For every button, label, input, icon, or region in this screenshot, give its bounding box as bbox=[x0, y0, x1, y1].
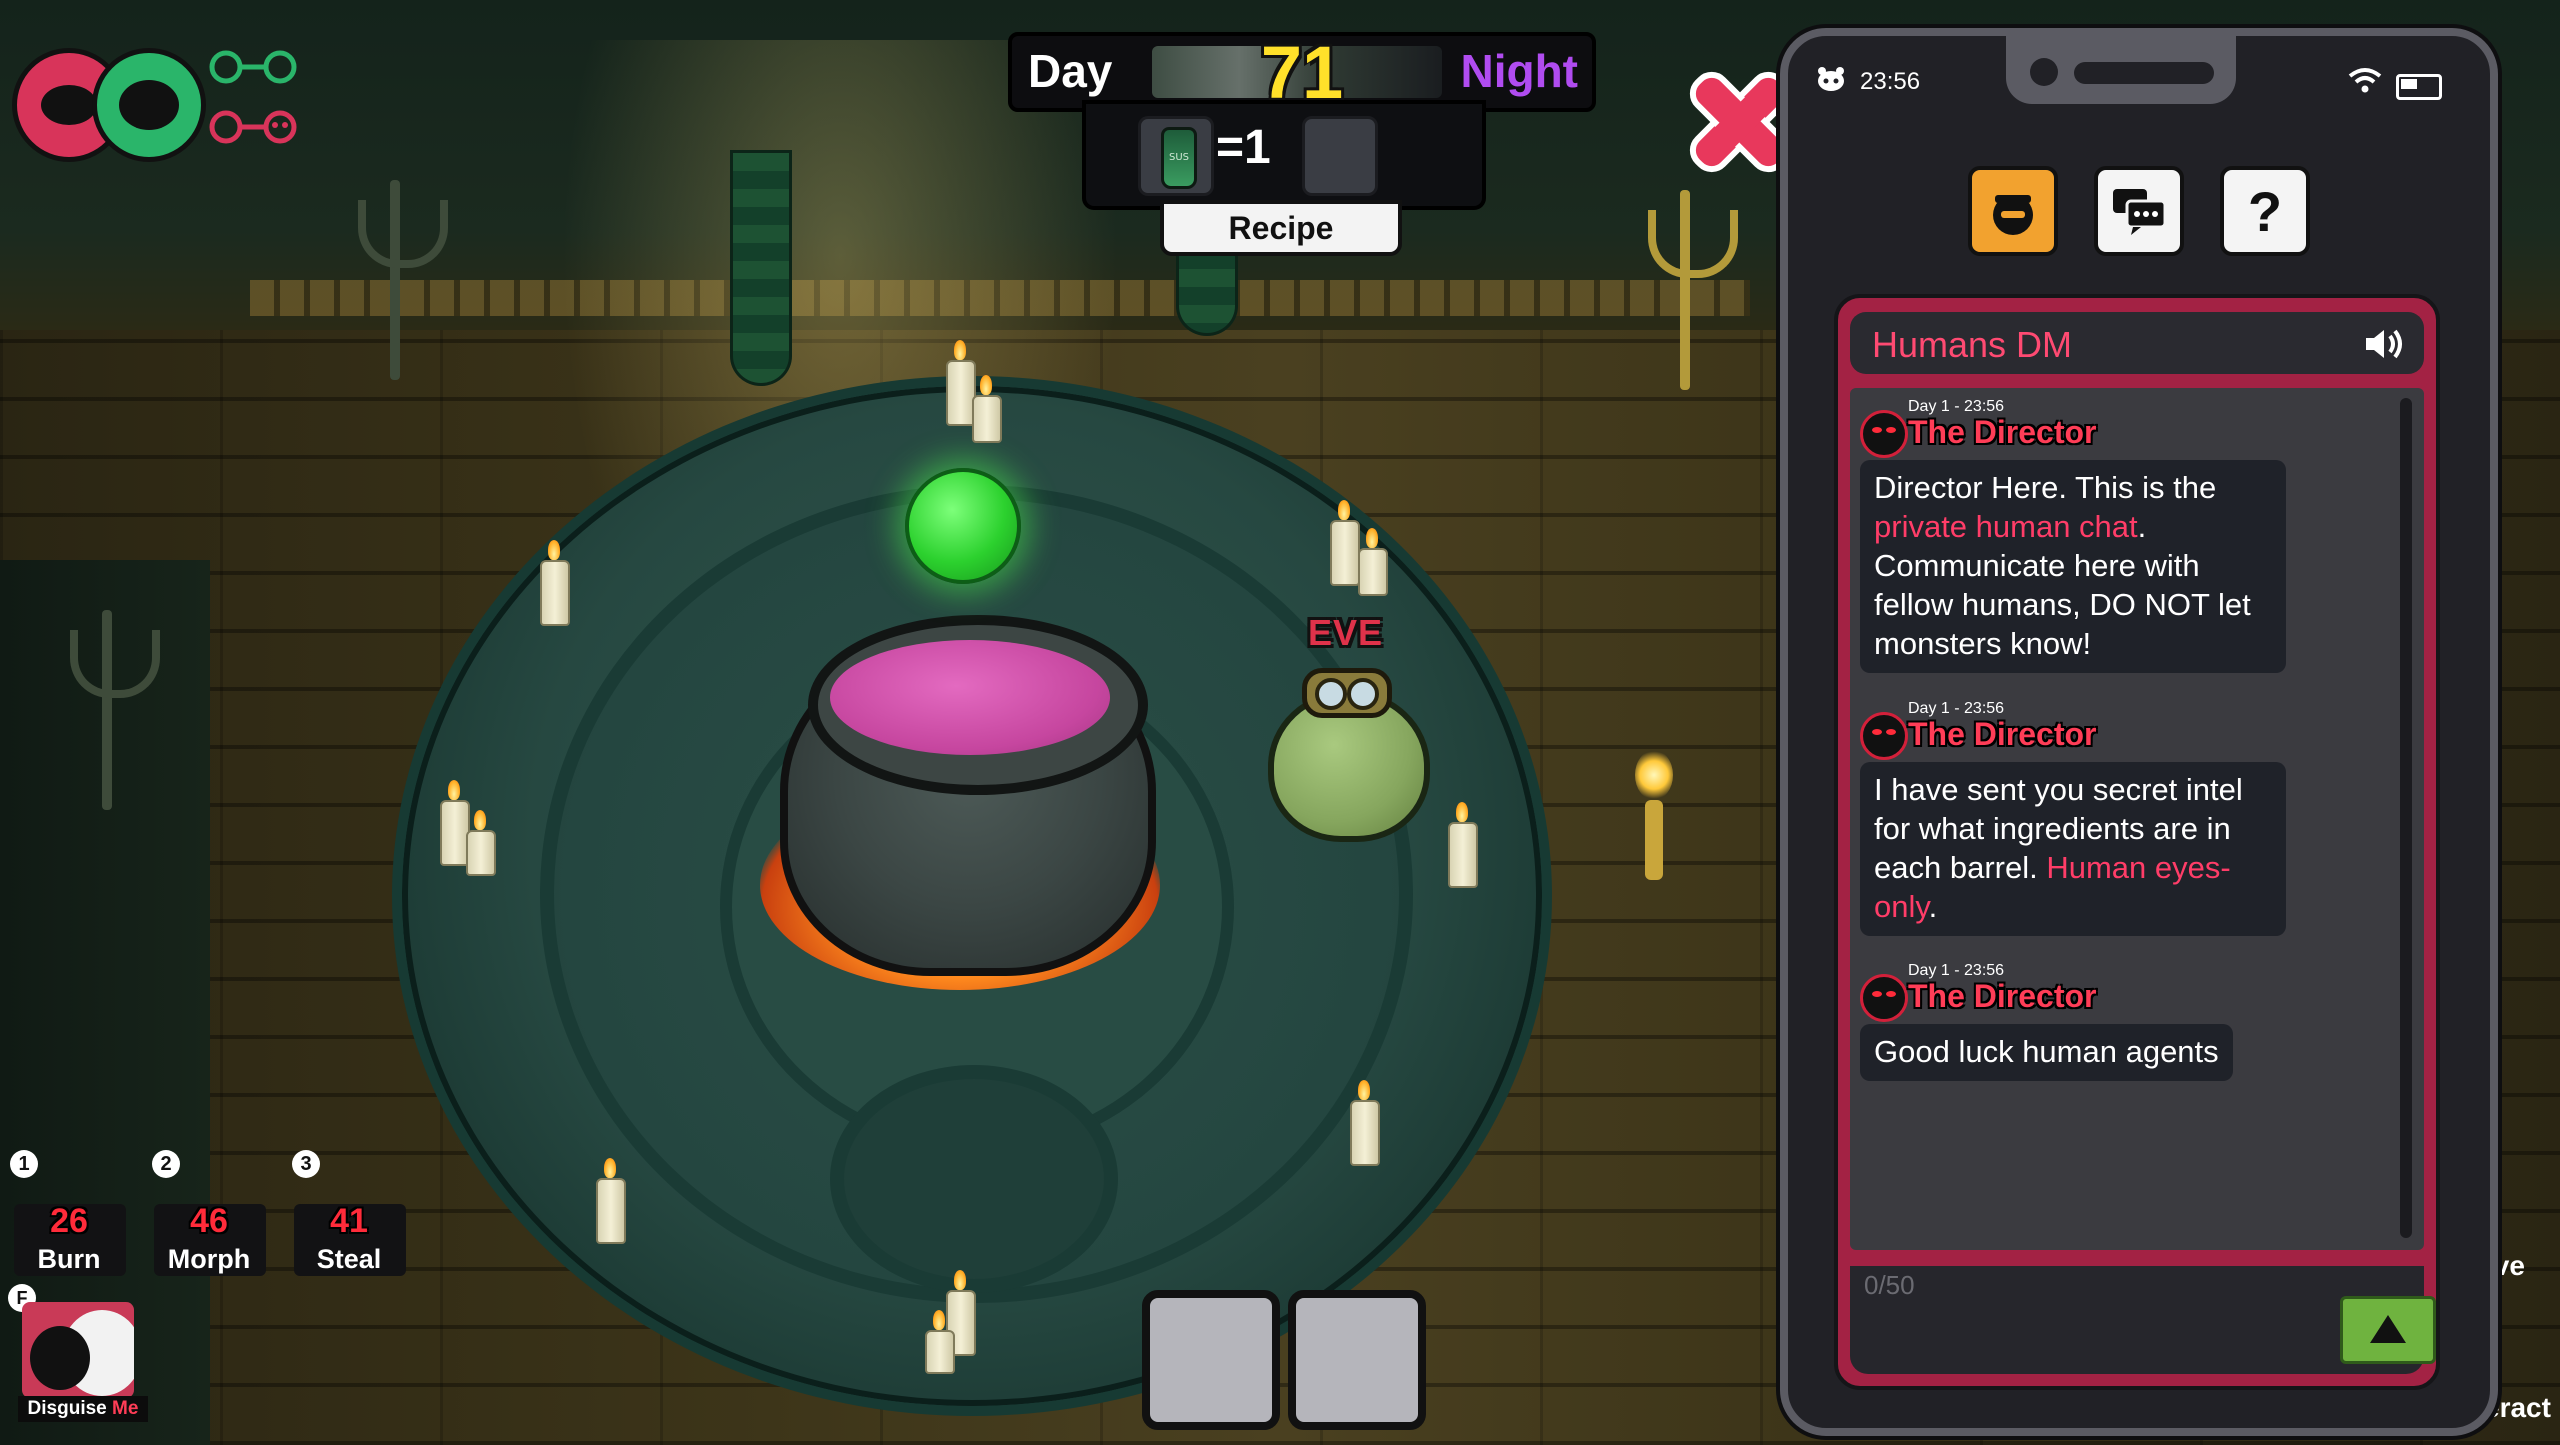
message-text: . bbox=[1928, 889, 1938, 924]
phone-overlay: 23:56 ? Humans DM Day 1 - 23:56 The Dire… bbox=[1780, 28, 2498, 1436]
goggles bbox=[1302, 668, 1392, 718]
monster-icon bbox=[119, 80, 179, 130]
candle bbox=[1358, 528, 1388, 596]
player-name-label: EVE bbox=[1308, 612, 1384, 653]
chat-window: Humans DM Day 1 - 23:56 The Director Dir… bbox=[1834, 294, 2440, 1390]
message-bubble: Director Here. This is the private human… bbox=[1860, 460, 2286, 673]
ability-cooldown: 26 bbox=[50, 1202, 88, 1240]
disguise-me-button[interactable]: F Disguise Me bbox=[8, 1284, 148, 1422]
monster-status-icon bbox=[1818, 67, 1844, 91]
ability-key: 1 bbox=[10, 1150, 38, 1178]
message-sender: The Director bbox=[1908, 716, 2097, 752]
candle bbox=[972, 375, 1002, 443]
chat-messages[interactable]: Day 1 - 23:56 The Director Director Here… bbox=[1850, 388, 2424, 1250]
recipe-slot-empty bbox=[1302, 116, 1378, 196]
inventory-slot-2[interactable] bbox=[1288, 1290, 1426, 1430]
potion-bottle-icon: SUS bbox=[1161, 127, 1197, 189]
ability-name: Morph bbox=[167, 1244, 251, 1274]
ability-name: Burn bbox=[37, 1244, 101, 1274]
green-ingredient-orb[interactable] bbox=[905, 468, 1021, 584]
question-icon: ? bbox=[2247, 179, 2283, 243]
human-death-icon bbox=[209, 110, 297, 144]
spy-icon bbox=[41, 85, 97, 125]
disguise-label-main: Disguise bbox=[27, 1398, 113, 1419]
message-bubble: Good luck human agents bbox=[1860, 1024, 2233, 1081]
char-counter: 0/50 bbox=[1864, 1270, 1915, 1300]
candle bbox=[925, 1310, 955, 1374]
ability-cooldown: 46 bbox=[190, 1202, 228, 1240]
gold-candelabra bbox=[1640, 170, 1738, 400]
wifi-icon bbox=[2348, 68, 2382, 93]
candelabra bbox=[350, 160, 448, 390]
director-avatar bbox=[1860, 410, 1908, 458]
ability-morph[interactable]: 2 46 Morph bbox=[150, 1150, 268, 1278]
candle bbox=[596, 1158, 626, 1244]
tab-help[interactable]: ? bbox=[2220, 166, 2310, 256]
message-text: Good luck human agents bbox=[1874, 1034, 2219, 1069]
candle bbox=[1330, 500, 1360, 586]
phone-notch bbox=[2006, 28, 2236, 104]
message-sender: The Director bbox=[1908, 414, 2097, 450]
spy-icon bbox=[1993, 195, 2033, 235]
tab-identity[interactable] bbox=[1968, 166, 2058, 256]
ability-cooldown: 41 bbox=[330, 1202, 368, 1240]
candle bbox=[540, 540, 570, 626]
recipe-count: =1 bbox=[1216, 121, 1271, 174]
bottle-label: SUS bbox=[1168, 152, 1189, 163]
message-bubble: I have sent you secret intel for what in… bbox=[1860, 762, 2286, 936]
speaker-icon[interactable] bbox=[2362, 326, 2406, 362]
circle-alcove bbox=[830, 1065, 1118, 1293]
ability-key: 3 bbox=[292, 1150, 320, 1178]
chat-input[interactable]: 0/50 bbox=[1850, 1266, 2436, 1374]
green-banner bbox=[730, 150, 792, 386]
ability-burn[interactable]: 1 26 Burn bbox=[10, 1150, 128, 1278]
candle bbox=[1350, 1080, 1380, 1166]
disguise-mask-icon bbox=[22, 1302, 134, 1398]
director-avatar bbox=[1860, 712, 1908, 760]
monster-team-portrait bbox=[92, 48, 206, 162]
pink-potion bbox=[830, 640, 1110, 755]
ability-key: 2 bbox=[152, 1150, 180, 1178]
director-avatar bbox=[1860, 974, 1908, 1022]
chat-bubbles-icon bbox=[2113, 189, 2167, 235]
night-label: Night bbox=[1460, 45, 1578, 97]
message-highlight: private human chat bbox=[1874, 509, 2138, 544]
status-time: 23:56 bbox=[1860, 68, 1921, 95]
ability-steal[interactable]: 3 41 Steal bbox=[290, 1150, 408, 1278]
chat-title: Humans DM bbox=[1872, 324, 2073, 365]
battery-icon bbox=[2396, 74, 2442, 100]
ability-name: Steal bbox=[316, 1244, 382, 1274]
recipe-panel: SUS =1 bbox=[1082, 100, 1486, 210]
message-text: Director Here. This is the bbox=[1874, 470, 2217, 505]
wall-torch bbox=[1635, 750, 1673, 880]
disguise-label: Disguise Me bbox=[18, 1396, 148, 1422]
chat-scrollbar[interactable] bbox=[2400, 398, 2412, 1238]
disguise-label-accent: Me bbox=[112, 1398, 139, 1419]
candle bbox=[1448, 802, 1478, 888]
candelabra bbox=[62, 590, 160, 820]
recipe-button[interactable]: Recipe bbox=[1160, 200, 1402, 256]
inventory-slot-1[interactable] bbox=[1142, 1290, 1280, 1430]
recipe-slot-bottle: SUS bbox=[1138, 116, 1214, 196]
send-button[interactable] bbox=[2340, 1296, 2436, 1364]
tab-chat[interactable] bbox=[2094, 166, 2184, 256]
candle bbox=[466, 810, 496, 876]
day-label: Day bbox=[1028, 45, 1113, 97]
chat-header: Humans DM bbox=[1850, 312, 2424, 374]
message-sender: The Director bbox=[1908, 978, 2097, 1014]
monster-pair-icon bbox=[209, 50, 297, 84]
